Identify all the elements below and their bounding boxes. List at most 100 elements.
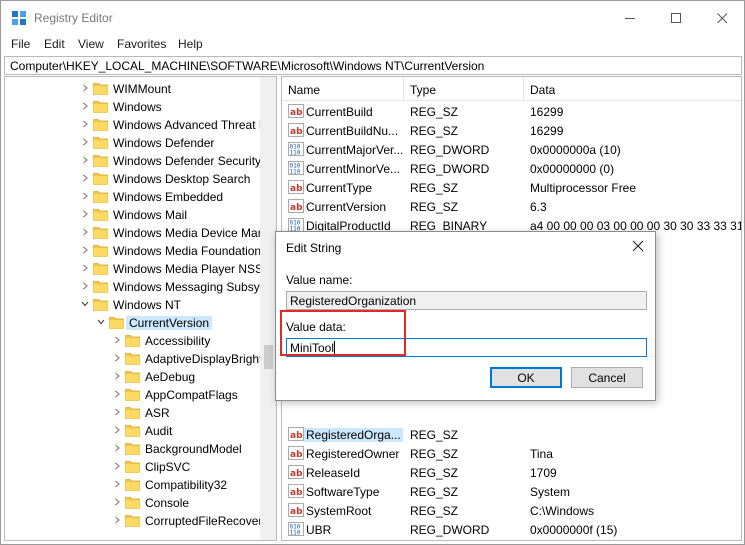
chevron-right-icon[interactable] xyxy=(81,138,89,148)
tree-item[interactable]: Windows NT xyxy=(5,296,261,314)
chevron-right-icon[interactable] xyxy=(113,498,121,508)
chevron-right-icon[interactable] xyxy=(113,462,121,472)
value-row[interactable]: 010 110 CurrentMinorVe... REG_DWORD 0x000000… xyxy=(282,159,741,178)
chevron-right-icon[interactable] xyxy=(81,84,89,94)
menu-view[interactable]: View xyxy=(78,37,104,51)
value-row[interactable]: ab CurrentBuildNu... REG_SZ 16299 xyxy=(282,121,741,140)
tree-item[interactable]: CorruptedFileRecover xyxy=(5,512,262,530)
value-type: REG_SZ xyxy=(410,466,459,480)
value-data: 16299 xyxy=(530,105,564,119)
tree-item[interactable]: Windows Media Foundation xyxy=(5,242,261,260)
address-path: Computer\HKEY_LOCAL_MACHINE\SOFTWARE\Mic… xyxy=(10,59,485,73)
chevron-right-icon[interactable] xyxy=(81,228,89,238)
chevron-down-icon[interactable] xyxy=(97,318,105,328)
chevron-right-icon[interactable] xyxy=(113,336,121,346)
chevron-right-icon[interactable] xyxy=(81,174,89,184)
column-data[interactable]: Data xyxy=(524,77,741,101)
tree-item-label: Windows Messaging Subsys xyxy=(113,280,266,294)
tree-item[interactable]: AeDebug xyxy=(5,368,261,386)
key-tree[interactable]: WIMMount Windows Windows Advanced Threat P… xyxy=(4,76,277,541)
svg-text:ab: ab xyxy=(290,184,303,194)
tree-item[interactable]: ASR xyxy=(5,404,261,422)
minimize-button[interactable] xyxy=(607,1,653,35)
value-row[interactable]: 010 110 UBR REG_DWORD 0x0000000f (15) xyxy=(282,520,741,539)
chevron-right-icon[interactable] xyxy=(81,282,89,292)
tree-item[interactable]: Windows Media Player NSS xyxy=(5,260,263,278)
chevron-right-icon[interactable] xyxy=(113,426,121,436)
chevron-right-icon[interactable] xyxy=(81,102,89,112)
tree-item[interactable]: ClipSVC xyxy=(5,458,261,476)
chevron-down-icon[interactable] xyxy=(81,300,89,310)
value-row[interactable]: ab RegisteredOrga... REG_SZ xyxy=(282,425,741,444)
cancel-button[interactable]: Cancel xyxy=(571,367,643,388)
tree-item[interactable]: BackgroundModel xyxy=(5,440,261,458)
close-button[interactable] xyxy=(699,1,744,35)
tree-item[interactable]: Windows Media Device Mar xyxy=(5,224,262,242)
tree-item[interactable]: Windows xyxy=(5,98,261,116)
chevron-right-icon[interactable] xyxy=(113,444,121,454)
chevron-right-icon[interactable] xyxy=(113,480,121,490)
ok-button[interactable]: OK xyxy=(490,367,562,388)
value-row[interactable]: 010 110 CurrentMajorVer... REG_DWORD 0x00000… xyxy=(282,140,741,159)
tree-item[interactable]: Windows Defender xyxy=(5,134,261,152)
chevron-right-icon[interactable] xyxy=(81,210,89,220)
tree-item[interactable]: WIMMount xyxy=(5,80,261,98)
tree-item[interactable]: Audit xyxy=(5,422,261,440)
chevron-right-icon[interactable] xyxy=(113,516,121,526)
value-row[interactable]: ab CurrentBuild REG_SZ 16299 xyxy=(282,102,741,121)
value-type: REG_SZ xyxy=(410,504,459,518)
tree-item[interactable]: Windows Messaging Subsys xyxy=(5,278,266,296)
menu-file[interactable]: File xyxy=(11,37,30,51)
address-bar[interactable]: Computer\HKEY_LOCAL_MACHINE\SOFTWARE\Mic… xyxy=(4,56,742,75)
tree-item-label: BackgroundModel xyxy=(145,442,242,456)
column-type[interactable]: Type xyxy=(404,77,524,101)
value-row[interactable]: ab ReleaseId REG_SZ 1709 xyxy=(282,463,741,482)
value-type: REG_DWORD xyxy=(410,523,490,537)
chevron-right-icon[interactable] xyxy=(113,372,121,382)
tree-item[interactable]: Compatibility32 xyxy=(5,476,261,494)
title-bar[interactable]: Registry Editor xyxy=(1,1,744,35)
menu-edit[interactable]: Edit xyxy=(44,37,65,51)
tree-item[interactable]: CurrentVersion xyxy=(5,314,261,332)
value-row[interactable]: ab SoftwareType REG_SZ System xyxy=(282,482,741,501)
value-data-field[interactable]: MiniTool xyxy=(286,338,647,357)
chevron-right-icon[interactable] xyxy=(113,408,121,418)
value-row[interactable] xyxy=(282,406,741,425)
chevron-right-icon[interactable] xyxy=(81,192,89,202)
maximize-button[interactable] xyxy=(653,1,699,35)
tree-item[interactable]: Accessibility xyxy=(5,332,261,350)
value-row[interactable]: ab CurrentVersion REG_SZ 6.3 xyxy=(282,197,741,216)
value-name-field[interactable]: RegisteredOrganization xyxy=(286,291,647,310)
tree-item[interactable]: Windows Defender Security xyxy=(5,152,261,170)
value-type: REG_SZ xyxy=(410,105,459,119)
chevron-right-icon[interactable] xyxy=(113,390,121,400)
value-data-text: MiniTool xyxy=(290,341,335,355)
chevron-right-icon[interactable] xyxy=(81,156,89,166)
tree-item[interactable]: Console xyxy=(5,494,261,512)
svg-text:ab: ab xyxy=(290,488,303,498)
tree-item[interactable]: Windows Desktop Search xyxy=(5,170,261,188)
value-row[interactable]: ab CurrentType REG_SZ Multiprocessor Free xyxy=(282,178,741,197)
tree-item[interactable]: AppCompatFlags xyxy=(5,386,261,404)
tree-scrollbar-thumb[interactable] xyxy=(264,345,273,369)
chevron-right-icon[interactable] xyxy=(81,246,89,256)
string-value-icon: ab xyxy=(288,104,304,118)
value-row[interactable]: ab SystemRoot REG_SZ C:\Windows xyxy=(282,501,741,520)
string-value-icon: ab xyxy=(288,427,304,441)
tree-item[interactable]: Windows Embedded xyxy=(5,188,261,206)
chevron-right-icon[interactable] xyxy=(81,264,89,274)
dialog-close-icon[interactable] xyxy=(631,239,645,253)
chevron-right-icon[interactable] xyxy=(81,120,89,130)
value-row[interactable]: ab RegisteredOwner REG_SZ Tina xyxy=(282,444,741,463)
tree-item[interactable]: Windows Advanced Threat P xyxy=(5,116,267,134)
menu-help[interactable]: Help xyxy=(178,37,203,51)
tree-item[interactable]: Windows Mail xyxy=(5,206,261,224)
tree-item-label: AeDebug xyxy=(145,370,196,384)
folder-icon xyxy=(93,82,108,95)
tree-item[interactable]: AdaptiveDisplayBright xyxy=(5,350,262,368)
chevron-right-icon[interactable] xyxy=(113,354,121,364)
column-name[interactable]: Name xyxy=(282,77,404,101)
tree-item-label: ASR xyxy=(145,406,170,420)
menu-favorites[interactable]: Favorites xyxy=(117,37,166,51)
value-name: CurrentMinorVe... xyxy=(306,162,401,176)
